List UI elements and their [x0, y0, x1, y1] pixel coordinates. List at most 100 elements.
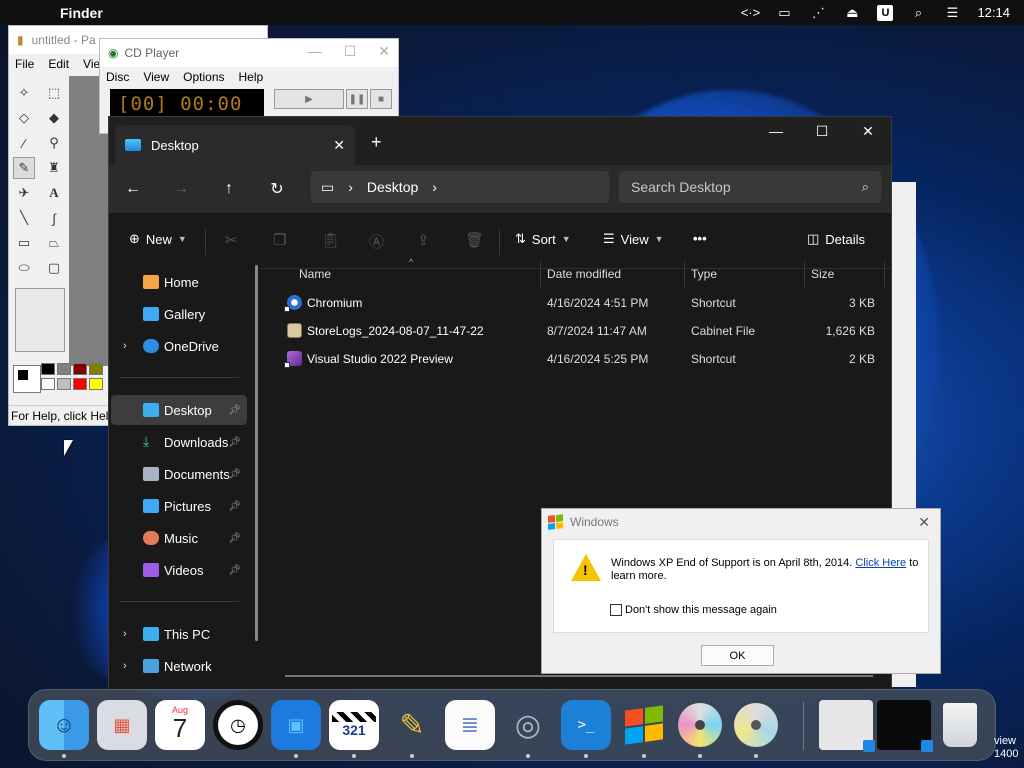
back-icon[interactable]: ←	[109, 180, 157, 198]
control-center-icon[interactable]: ☰	[943, 5, 961, 20]
rectangle-icon[interactable]: ▭	[13, 232, 35, 254]
minimize-icon[interactable]: —	[308, 43, 322, 60]
mute-icon[interactable]: ⋰	[809, 5, 827, 20]
speaker-icon[interactable]: ◎	[503, 700, 553, 750]
minimize-icon[interactable]: —	[753, 123, 799, 140]
table-row[interactable]: Chromium 4/16/2024 4:51 PM Shortcut 3 KB	[283, 289, 883, 317]
close-icon[interactable]: ✕	[378, 43, 390, 60]
cut-icon[interactable]: ✂	[225, 231, 238, 249]
display-icon[interactable]: ▭	[775, 5, 793, 20]
dont-show-checkbox[interactable]: Don't show this message again	[610, 604, 777, 616]
close-icon[interactable]: ✕	[845, 123, 891, 140]
eraser-icon[interactable]: ◇	[13, 107, 35, 129]
up-icon[interactable]: ↑	[205, 180, 253, 198]
tool-options[interactable]	[15, 288, 65, 352]
dialog-titlebar[interactable]: Windows ✕	[542, 509, 940, 535]
app-name[interactable]: Finder	[60, 5, 103, 21]
finder-icon[interactable]: ☺	[39, 700, 89, 750]
minimized-window-paint[interactable]	[819, 700, 875, 752]
play-icon[interactable]: ▶	[274, 89, 344, 109]
menubar-clock[interactable]: 12:14	[977, 5, 1010, 20]
horizontal-scrollbar[interactable]	[285, 675, 873, 677]
polygon-icon[interactable]: ⏢	[43, 232, 65, 254]
share-icon[interactable]: ⇪	[417, 231, 430, 249]
paint-menu-file[interactable]: File	[15, 57, 34, 71]
close-tab-icon[interactable]: ✕	[333, 137, 345, 154]
chevron-right-icon[interactable]: ›	[123, 340, 127, 352]
column-header-date[interactable]: Date modified	[547, 261, 621, 287]
color-swatch-white[interactable]	[41, 378, 55, 390]
eject-icon[interactable]: ⏏	[843, 5, 861, 20]
cd-drive-icon[interactable]	[731, 700, 781, 750]
launchpad-icon[interactable]: ▦	[97, 700, 147, 750]
cd-menu-options[interactable]: Options	[183, 70, 224, 84]
nav-item-pictures[interactable]: Pictures 📌︎	[111, 491, 247, 521]
cd-menu-disc[interactable]: Disc	[106, 70, 129, 84]
chevron-right-icon[interactable]: ›	[123, 628, 127, 640]
nav-item-downloads[interactable]: ⤓ Downloads 📌︎	[111, 427, 247, 457]
color-swatch-yellow[interactable]	[89, 378, 103, 390]
close-icon[interactable]: ✕	[918, 514, 930, 531]
nav-item-onedrive[interactable]: › OneDrive	[111, 331, 247, 361]
current-colors[interactable]	[13, 365, 41, 393]
breadcrumb-desktop[interactable]: Desktop	[367, 179, 418, 195]
text-icon[interactable]: A	[43, 182, 65, 204]
paint-menu-edit[interactable]: Edit	[48, 57, 69, 71]
pin-icon[interactable]: 📌︎	[228, 565, 241, 576]
maximize-icon[interactable]: ☐	[799, 123, 845, 140]
pin-icon[interactable]: 📌︎	[228, 437, 241, 448]
address-bar[interactable]: ▭ › Desktop ›	[311, 171, 609, 203]
ok-button[interactable]: OK	[701, 645, 774, 666]
fill-icon[interactable]: ◆	[43, 107, 65, 129]
details-button[interactable]: ◫ Details	[807, 231, 865, 247]
color-swatch-maroon[interactable]	[73, 363, 87, 375]
nav-item-music[interactable]: Music 📌︎	[111, 523, 247, 553]
u-icon[interactable]: U	[877, 4, 894, 21]
pin-icon[interactable]: 📌︎	[228, 469, 241, 480]
pause-icon[interactable]: ❚❚	[346, 89, 368, 109]
rename-icon[interactable]: Ⓐ	[369, 231, 384, 252]
column-header-size[interactable]: Size	[811, 261, 834, 287]
column-header-type[interactable]: Type	[691, 261, 717, 287]
windows-flag-icon[interactable]	[619, 700, 669, 750]
nav-item-network[interactable]: › Network	[111, 651, 247, 681]
cd-menu-help[interactable]: Help	[239, 70, 264, 84]
table-row[interactable]: StoreLogs_2024-08-07_11-47-22 8/7/2024 1…	[283, 317, 883, 345]
new-button[interactable]: ⊕ New ▼	[129, 231, 187, 247]
search-icon[interactable]: ⌕	[909, 5, 927, 20]
column-header-name[interactable]: Name	[299, 261, 331, 287]
nav-item-home[interactable]: Home	[111, 267, 247, 297]
calendar-icon[interactable]: Aug 7	[155, 700, 205, 750]
color-swatch-olive[interactable]	[89, 363, 103, 375]
airbrush-icon[interactable]: ✈	[13, 182, 35, 204]
pencil-icon[interactable]: ✎	[13, 157, 35, 179]
pin-icon[interactable]: 📌︎	[228, 405, 241, 416]
terminal-icon[interactable]: >_	[561, 700, 611, 750]
delete-icon[interactable]: 🗑︎	[465, 231, 484, 249]
clapperboard-icon[interactable]: 321	[329, 700, 379, 750]
nav-item-this-pc[interactable]: › This PC	[111, 619, 247, 649]
free-select-icon[interactable]: ✧	[13, 82, 35, 104]
color-swatch-silver[interactable]	[57, 378, 71, 390]
nav-item-documents[interactable]: Documents 📌︎	[111, 459, 247, 489]
magnifier-icon[interactable]: ⚲	[43, 132, 65, 154]
nav-scrollbar[interactable]	[255, 265, 258, 641]
maximize-icon[interactable]: ☐	[344, 43, 357, 60]
trash-icon[interactable]	[935, 700, 985, 750]
pin-icon[interactable]: 📌︎	[228, 501, 241, 512]
pin-icon[interactable]: 📌︎	[228, 533, 241, 544]
view-button[interactable]: ☰ View ▼	[603, 231, 664, 247]
chevron-right-icon[interactable]: ›	[123, 660, 127, 672]
refresh-icon[interactable]: ↻	[253, 179, 301, 199]
ellipse-icon[interactable]: ⬭	[13, 257, 35, 279]
clock-icon[interactable]: ◷	[213, 700, 263, 750]
tab-desktop[interactable]: Desktop ✕	[115, 125, 355, 165]
paste-icon[interactable]: 📋︎	[321, 231, 340, 249]
stop-icon[interactable]: ■	[370, 89, 392, 109]
more-options-icon[interactable]: •••	[693, 231, 707, 246]
new-tab-icon[interactable]: +	[371, 132, 382, 153]
copy-icon[interactable]: ❐	[273, 231, 286, 249]
forward-icon[interactable]: →	[157, 180, 205, 198]
cd-menu-view[interactable]: View	[143, 70, 169, 84]
curve-icon[interactable]: ∫	[43, 207, 65, 229]
